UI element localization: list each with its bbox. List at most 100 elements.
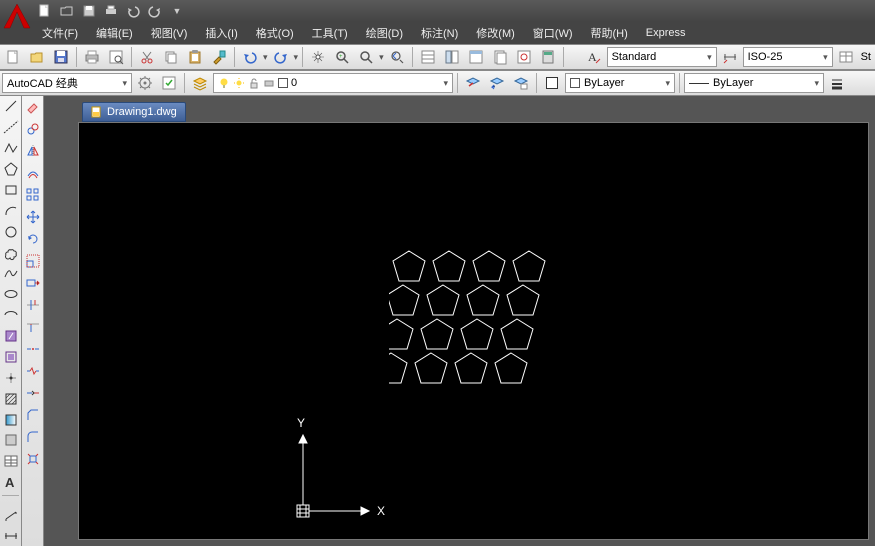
text-style-icon[interactable]: A: [583, 46, 605, 68]
menu-file[interactable]: 文件(F): [34, 23, 86, 43]
undo-icon[interactable]: [124, 3, 142, 19]
menu-view[interactable]: 视图(V): [143, 23, 196, 43]
polygon-icon[interactable]: [1, 160, 21, 179]
properties-icon[interactable]: [417, 46, 439, 68]
workspace-settings-icon[interactable]: [134, 72, 156, 94]
ellipse-icon[interactable]: [1, 285, 21, 304]
menu-help[interactable]: 帮助(H): [583, 23, 636, 43]
chamfer-icon[interactable]: [23, 405, 43, 425]
cut-icon[interactable]: [136, 46, 158, 68]
match-properties-icon[interactable]: [208, 46, 230, 68]
region-icon[interactable]: [1, 431, 21, 450]
design-center-icon[interactable]: [441, 46, 463, 68]
pan-icon[interactable]: [307, 46, 329, 68]
menu-draw[interactable]: 绘图(D): [358, 23, 411, 43]
calculator-icon[interactable]: [537, 46, 559, 68]
qat-dropdown-icon[interactable]: ▼: [168, 3, 186, 19]
circle-icon[interactable]: [1, 222, 21, 241]
table-icon[interactable]: [1, 452, 21, 471]
stretch-icon[interactable]: [23, 273, 43, 293]
plot-preview-icon[interactable]: [105, 46, 127, 68]
sheet-set-icon[interactable]: [489, 46, 511, 68]
print-icon[interactable]: [102, 3, 120, 19]
dim-style-dropdown[interactable]: ISO-25▾: [743, 47, 833, 67]
redo-btn-icon[interactable]: [270, 46, 292, 68]
paste-icon[interactable]: [184, 46, 206, 68]
markup-icon[interactable]: [513, 46, 535, 68]
mirror-icon[interactable]: [23, 141, 43, 161]
redo-icon[interactable]: [146, 3, 164, 19]
point-icon[interactable]: [1, 368, 21, 387]
zoom-realtime-icon[interactable]: +: [331, 46, 353, 68]
print-btn-icon[interactable]: [81, 46, 103, 68]
construction-line-icon[interactable]: [1, 118, 21, 137]
undo-dropdown-icon[interactable]: ▾: [263, 52, 268, 63]
menu-window[interactable]: 窗口(W): [525, 23, 581, 43]
menu-format[interactable]: 格式(O): [248, 23, 302, 43]
menu-tools[interactable]: 工具(T): [304, 23, 356, 43]
lineweight-settings-icon[interactable]: [826, 72, 848, 94]
document-tab[interactable]: Drawing1.dwg: [82, 102, 186, 122]
app-logo[interactable]: [2, 2, 32, 32]
open-icon[interactable]: [58, 3, 76, 19]
zoom-dropdown-icon[interactable]: ▾: [379, 52, 384, 63]
save-file-icon[interactable]: [50, 46, 72, 68]
drawing-canvas[interactable]: X Y: [78, 122, 869, 540]
trim-icon[interactable]: [23, 295, 43, 315]
join-icon[interactable]: [23, 383, 43, 403]
table-style-icon[interactable]: [835, 46, 857, 68]
rectangle-icon[interactable]: [1, 181, 21, 200]
save-icon[interactable]: [80, 3, 98, 19]
arc-icon[interactable]: [1, 201, 21, 220]
menu-insert[interactable]: 插入(I): [197, 23, 245, 43]
hatch-icon[interactable]: [1, 389, 21, 408]
menu-edit[interactable]: 编辑(E): [88, 23, 141, 43]
mtext-icon[interactable]: A: [1, 473, 21, 492]
fillet-icon[interactable]: [23, 427, 43, 447]
layer-make-current-icon[interactable]: [462, 72, 484, 94]
zoom-window-icon[interactable]: [355, 46, 377, 68]
dim-aligned-icon[interactable]: [1, 505, 21, 524]
new-file-icon[interactable]: [2, 46, 24, 68]
color-dropdown[interactable]: ByLayer▾: [565, 73, 675, 93]
move-icon[interactable]: [23, 207, 43, 227]
menu-modify[interactable]: 修改(M): [468, 23, 523, 43]
ellipse-arc-icon[interactable]: [1, 306, 21, 325]
explode-icon[interactable]: [23, 449, 43, 469]
dim-linear-icon[interactable]: [1, 526, 21, 545]
layer-dropdown[interactable]: 0 ▾: [213, 73, 453, 93]
open-file-icon[interactable]: [26, 46, 48, 68]
erase-icon[interactable]: [23, 97, 43, 117]
extend-icon[interactable]: [23, 317, 43, 337]
offset-icon[interactable]: [23, 163, 43, 183]
tool-palettes-icon[interactable]: [465, 46, 487, 68]
undo-btn-icon[interactable]: [239, 46, 261, 68]
array-icon[interactable]: [23, 185, 43, 205]
menu-express[interactable]: Express: [638, 25, 694, 41]
layer-properties-icon[interactable]: [189, 72, 211, 94]
text-style-dropdown[interactable]: Standard▾: [607, 47, 717, 67]
revision-cloud-icon[interactable]: [1, 243, 21, 262]
color-control-icon[interactable]: [541, 72, 563, 94]
menu-dimension[interactable]: 标注(N): [413, 23, 466, 43]
break-icon[interactable]: [23, 361, 43, 381]
workspace-dropdown[interactable]: AutoCAD 经典 ▾: [2, 73, 132, 93]
rotate-icon[interactable]: [23, 229, 43, 249]
insert-block-icon[interactable]: [1, 327, 21, 346]
zoom-previous-icon[interactable]: [386, 46, 408, 68]
polyline-icon[interactable]: [1, 139, 21, 158]
gradient-icon[interactable]: [1, 410, 21, 429]
lineweight-dropdown[interactable]: ByLayer▾: [684, 73, 824, 93]
line-icon[interactable]: [1, 97, 21, 116]
copy-obj-icon[interactable]: [23, 119, 43, 139]
layer-previous-icon[interactable]: [486, 72, 508, 94]
spline-icon[interactable]: [1, 264, 21, 283]
dim-style-icon[interactable]: [719, 46, 741, 68]
layer-states-icon[interactable]: [510, 72, 532, 94]
break-at-point-icon[interactable]: [23, 339, 43, 359]
redo-dropdown-icon[interactable]: ▾: [294, 52, 299, 63]
make-block-icon[interactable]: [1, 348, 21, 367]
workspace-save-icon[interactable]: [158, 72, 180, 94]
new-icon[interactable]: [36, 3, 54, 19]
scale-icon[interactable]: [23, 251, 43, 271]
